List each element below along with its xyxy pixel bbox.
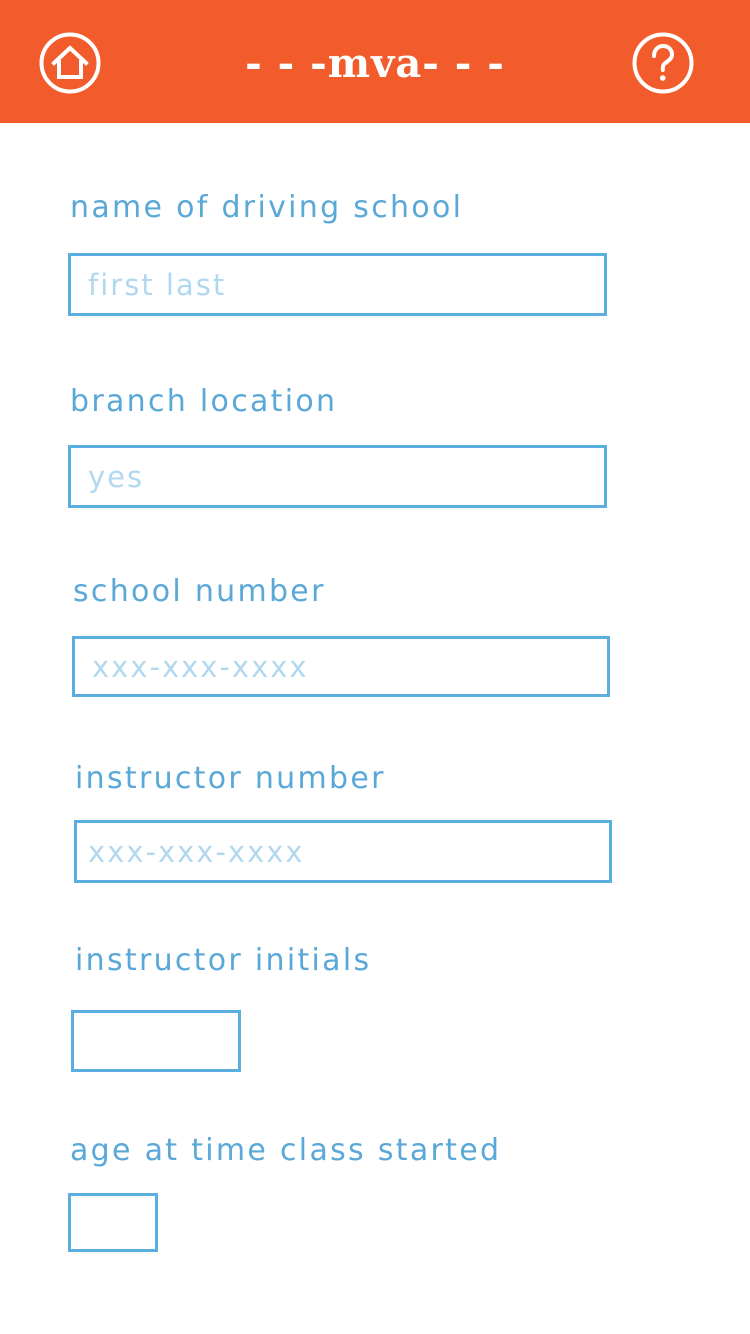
instructor-number-label: instructor number: [75, 761, 386, 796]
instructor-initials-label: instructor initials: [75, 943, 372, 978]
driving-school-name-label: name of driving school: [70, 190, 464, 225]
school-number-label: school number: [73, 574, 326, 609]
app-header: - - -mva- - -: [0, 0, 750, 123]
age-at-class-start-label: age at time class started: [70, 1133, 502, 1168]
instructor-number-input[interactable]: [74, 820, 612, 883]
driving-school-name-input[interactable]: [68, 253, 607, 316]
question-mark-icon: [632, 32, 694, 94]
age-at-class-start-input[interactable]: [68, 1193, 158, 1252]
branch-location-label: branch location: [70, 384, 338, 419]
school-number-input[interactable]: [72, 636, 610, 697]
branch-location-input[interactable]: [68, 445, 607, 508]
help-button[interactable]: [632, 32, 694, 94]
instructor-initials-input[interactable]: [71, 1010, 241, 1072]
